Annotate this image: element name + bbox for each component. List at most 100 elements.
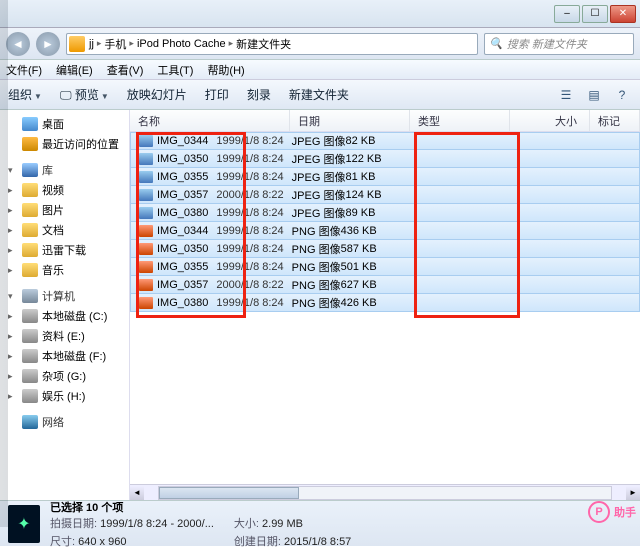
- file-size: 501 KB: [341, 261, 389, 273]
- col-tags[interactable]: 标记: [590, 110, 640, 131]
- table-row[interactable]: IMG_03441999/1/8 8:24PNG 图像436 KB: [130, 222, 640, 240]
- menu-edit[interactable]: 编辑(E): [56, 62, 93, 78]
- tree-drive-c[interactable]: ▸本地磁盘 (C:): [2, 306, 127, 326]
- file-size: 124 KB: [345, 189, 393, 201]
- file-size: 426 KB: [341, 297, 389, 309]
- file-type: PNG 图像: [284, 223, 341, 239]
- file-icon: [139, 261, 153, 273]
- col-name[interactable]: 名称: [130, 110, 290, 131]
- file-type: JPEG 图像: [284, 133, 346, 149]
- file-type: PNG 图像: [284, 277, 341, 293]
- file-date: 1999/1/8 8:24: [208, 135, 283, 147]
- nav-tree: 桌面 最近访问的位置 ▾库 ▸视频 ▸图片 ▸文档 ▸迅雷下载 ▸音乐 ▾计算机…: [0, 110, 130, 500]
- forward-button[interactable]: ►: [36, 32, 60, 56]
- menu-help[interactable]: 帮助(H): [207, 62, 244, 78]
- table-row[interactable]: IMG_03551999/1/8 8:24PNG 图像501 KB: [130, 258, 640, 276]
- menu-bar: 文件(F) 编辑(E) 查看(V) 工具(T) 帮助(H): [0, 60, 640, 80]
- minimize-button[interactable]: –: [554, 5, 580, 23]
- file-size: 81 KB: [345, 171, 387, 183]
- breadcrumb[interactable]: jj: [89, 38, 94, 50]
- tree-videos[interactable]: ▸视频: [2, 180, 127, 200]
- search-input[interactable]: 🔍 搜索 新建文件夹: [484, 33, 634, 55]
- file-icon: [139, 189, 153, 201]
- tree-desktop[interactable]: 桌面: [2, 114, 127, 134]
- nav-bar: ◄ ► jj▸ 手机▸ iPod Photo Cache▸ 新建文件夹 🔍 搜索…: [0, 28, 640, 60]
- table-row[interactable]: IMG_03801999/1/8 8:24JPEG 图像89 KB: [130, 204, 640, 222]
- tree-drive-f[interactable]: ▸本地磁盘 (F:): [2, 346, 127, 366]
- tree-documents[interactable]: ▸文档: [2, 220, 127, 240]
- tree-computer[interactable]: ▾计算机: [2, 286, 127, 306]
- file-name: IMG_0380: [157, 297, 208, 309]
- menu-view[interactable]: 查看(V): [107, 62, 144, 78]
- file-icon: [139, 243, 153, 255]
- close-button[interactable]: ✕: [610, 5, 636, 23]
- file-type: PNG 图像: [284, 295, 341, 311]
- file-date: 1999/1/8 8:24: [208, 153, 283, 165]
- col-size[interactable]: 大小: [510, 110, 590, 131]
- col-date[interactable]: 日期: [290, 110, 410, 131]
- file-icon: [139, 225, 153, 237]
- file-type: JPEG 图像: [284, 151, 346, 167]
- print-button[interactable]: 打印: [205, 86, 229, 103]
- file-date: 2000/1/8 8:22: [208, 279, 283, 291]
- table-row[interactable]: IMG_03572000/1/8 8:22PNG 图像627 KB: [130, 276, 640, 294]
- burn-button[interactable]: 刻录: [247, 86, 271, 103]
- preview-pane-icon[interactable]: ▤: [584, 85, 604, 105]
- tree-music[interactable]: ▸音乐: [2, 260, 127, 280]
- tree-network[interactable]: 网络: [2, 412, 127, 432]
- file-name: IMG_0357: [157, 279, 208, 291]
- newfolder-button[interactable]: 新建文件夹: [289, 86, 349, 103]
- menu-file[interactable]: 文件(F): [6, 62, 42, 78]
- help-icon[interactable]: ?: [612, 85, 632, 105]
- file-date: 1999/1/8 8:24: [208, 225, 283, 237]
- tree-drive-h[interactable]: ▸娱乐 (H:): [2, 386, 127, 406]
- organize-button[interactable]: 组织▼: [8, 86, 42, 103]
- address-bar[interactable]: jj▸ 手机▸ iPod Photo Cache▸ 新建文件夹: [66, 33, 478, 55]
- file-size: 89 KB: [345, 207, 387, 219]
- file-icon: [139, 171, 153, 183]
- tree-drive-e[interactable]: ▸资料 (E:): [2, 326, 127, 346]
- slideshow-button[interactable]: 放映幻灯片: [127, 86, 187, 103]
- tree-drive-g[interactable]: ▸杂项 (G:): [2, 366, 127, 386]
- scroll-left-icon[interactable]: ◄: [130, 486, 144, 500]
- file-icon: [139, 297, 153, 309]
- file-size: 122 KB: [345, 153, 393, 165]
- file-name: IMG_0355: [157, 261, 208, 273]
- scroll-thumb[interactable]: [159, 487, 299, 499]
- horizontal-scrollbar[interactable]: ◄ ►: [130, 484, 640, 500]
- breadcrumb[interactable]: 新建文件夹: [236, 36, 291, 52]
- table-row[interactable]: IMG_03501999/1/8 8:24PNG 图像587 KB: [130, 240, 640, 258]
- file-type: JPEG 图像: [284, 169, 346, 185]
- menu-tools[interactable]: 工具(T): [157, 62, 193, 78]
- file-icon: [139, 279, 153, 291]
- table-row[interactable]: IMG_03501999/1/8 8:24JPEG 图像122 KB: [130, 150, 640, 168]
- file-size: 436 KB: [341, 225, 389, 237]
- tree-libraries[interactable]: ▾库: [2, 160, 127, 180]
- table-row[interactable]: IMG_03441999/1/8 8:24JPEG 图像82 KB: [130, 132, 640, 150]
- file-name: IMG_0350: [157, 243, 208, 255]
- table-row[interactable]: IMG_03551999/1/8 8:24JPEG 图像81 KB: [130, 168, 640, 186]
- back-button[interactable]: ◄: [6, 32, 30, 56]
- preview-button[interactable]: 🖵 预览▼: [60, 86, 109, 103]
- tree-thunder[interactable]: ▸迅雷下载: [2, 240, 127, 260]
- view-options-icon[interactable]: ☰: [556, 85, 576, 105]
- scroll-right-icon[interactable]: ►: [626, 486, 640, 500]
- search-icon: 🔍: [489, 37, 503, 50]
- breadcrumb[interactable]: 手机: [104, 36, 126, 52]
- file-date: 1999/1/8 8:24: [208, 297, 283, 309]
- details-pane: ✦ 已选择 10 个项 拍摄日期: 1999/1/8 8:24 - 2000/.…: [0, 500, 640, 546]
- file-date: 1999/1/8 8:24: [208, 243, 283, 255]
- file-icon: [139, 207, 153, 219]
- tree-recent[interactable]: 最近访问的位置: [2, 134, 127, 154]
- file-list: 名称 日期 类型 大小 标记 IMG_03441999/1/8 8:24JPEG…: [130, 110, 640, 500]
- selection-thumbnail: ✦: [8, 505, 40, 543]
- col-type[interactable]: 类型: [410, 110, 510, 131]
- tree-pictures[interactable]: ▸图片: [2, 200, 127, 220]
- breadcrumb[interactable]: iPod Photo Cache: [137, 38, 226, 50]
- table-row[interactable]: IMG_03572000/1/8 8:22JPEG 图像124 KB: [130, 186, 640, 204]
- file-name: IMG_0350: [157, 153, 208, 165]
- maximize-button[interactable]: ☐: [582, 5, 608, 23]
- column-headers: 名称 日期 类型 大小 标记: [130, 110, 640, 132]
- file-icon: [139, 135, 153, 147]
- table-row[interactable]: IMG_03801999/1/8 8:24PNG 图像426 KB: [130, 294, 640, 312]
